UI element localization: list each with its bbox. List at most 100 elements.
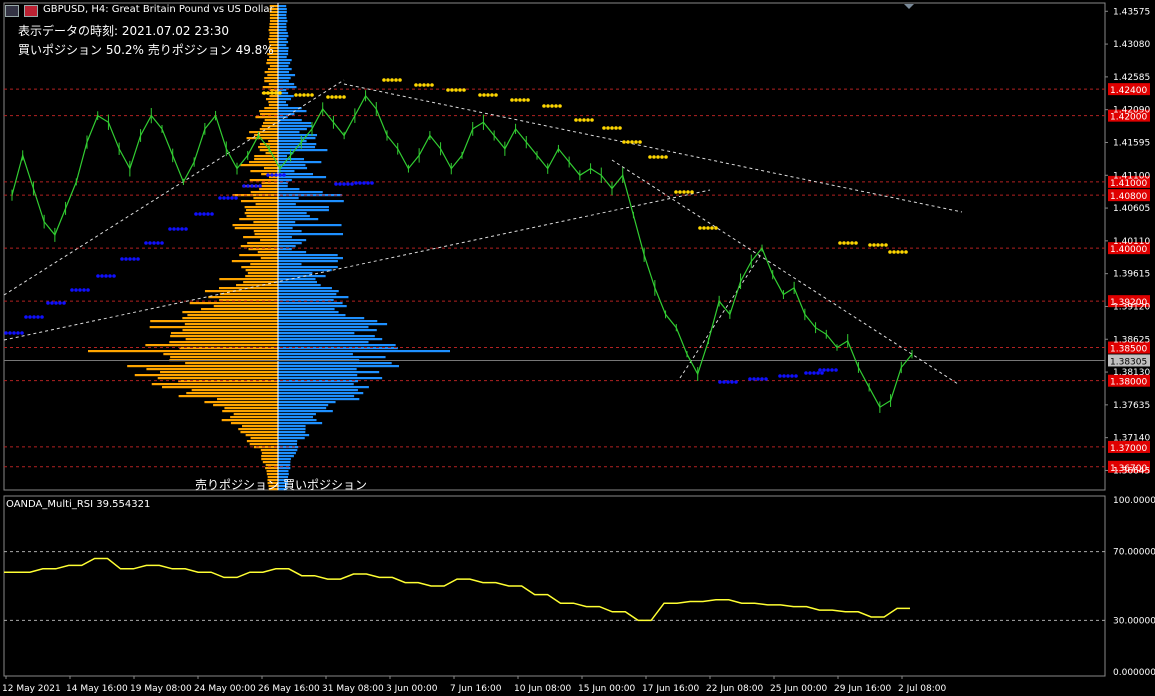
sell-volume-bar [241,266,278,269]
sell-volume-bar [269,65,278,68]
sell-volume-bar [134,374,278,377]
sell-volume-bar [232,224,278,227]
support-dot [218,196,222,200]
sell-volume-bar [260,113,278,116]
sell-volume-bar [261,458,278,461]
trend-line [611,159,959,385]
buy-volume-bar [278,188,300,191]
support-dot [804,371,808,375]
buy-volume-bar [278,470,289,473]
sell-volume-bar [253,221,278,224]
sell-volume-bar [249,179,278,182]
sell-volume-bar [259,110,278,113]
sell-volume-bar [169,341,278,344]
support-dot [358,181,362,185]
buy-volume-bar [278,179,292,182]
time-axis-label: 26 May 16:00 [258,684,320,694]
price-axis-label: 1.39120 [1113,302,1150,312]
buy-volume-bar [278,50,289,53]
buy-volume-bar [278,74,296,77]
price-axis-label: 1.38130 [1113,368,1150,378]
buy-volume-bar [278,176,327,179]
buy-volume-bar [278,344,396,347]
sell-volume-bar [204,401,278,404]
sell-volume-bar [269,20,278,23]
resistance-dot [422,83,426,87]
buy-volume-bar [278,419,317,422]
buy-volume-bar [278,203,296,206]
buy-volume-bar [278,110,307,113]
time-axis-label: 17 Jun 16:00 [642,684,699,694]
sell-volume-bar [259,143,278,146]
price-axis-label: 1.39615 [1113,270,1150,280]
resistance-dot [558,104,562,108]
buy-volume-bar [278,278,316,281]
support-dot [20,331,24,335]
resistance-dot [622,140,626,144]
resistance-dot [446,88,450,92]
support-dot [210,212,214,216]
sell-volume-bar [250,191,278,194]
resistance-dot [626,140,630,144]
buy-volume-bar [278,26,287,29]
sell-volume-bar [224,407,278,410]
buy-volume-bar [278,32,288,35]
support-dot [108,274,112,278]
sell-volume-bar [244,212,278,215]
buy-volume-bar [278,320,378,323]
sell-volume-bar [231,260,278,263]
resistance-dot [462,88,466,92]
sell-volume-bar [213,404,278,407]
support-dot [226,196,230,200]
buy-volume-bar [278,5,287,8]
sell-volume-bar [230,416,278,419]
resistance-dot [546,104,550,108]
buy-volume-bar [278,431,306,434]
sell-volume-bar [239,218,278,221]
support-dot [206,212,210,216]
buy-volume-bar [278,353,353,356]
buy-volume-bar [278,329,377,332]
resistance-dot [338,95,342,99]
sell-volume-bar [249,161,278,164]
buy-volume-bar [278,236,292,239]
resistance-dot [430,83,434,87]
support-dot [40,315,44,319]
price-axis-label: 1.40605 [1113,204,1150,214]
price-axis-label: 1.41595 [1113,138,1150,148]
buy-volume-bar [278,404,329,407]
support-dot [120,257,124,261]
resistance-dot [342,95,346,99]
resistance-dot [550,104,554,108]
buy-volume-bar [278,260,338,263]
support-dot [124,257,128,261]
sell-volume-bar [264,71,278,74]
time-axis-label: 3 Jun 00:00 [386,684,438,694]
buy-volume-bar [278,398,360,401]
level-tag-label: 1.42400 [1110,86,1147,96]
resistance-dot [298,93,302,97]
resistance-dot [574,118,578,122]
time-axis-label: 7 Jun 16:00 [450,684,502,694]
buy-volume-bar [278,149,328,152]
resistance-dot [394,78,398,82]
sell-volume-bar [201,308,278,311]
resistance-dot [872,243,876,247]
resistance-dot [674,190,678,194]
resistance-dot [638,140,642,144]
buy-volume-bar [278,104,289,107]
buy-position-label: 買いポジション [283,478,368,492]
resistance-dot [306,93,310,97]
support-dot [144,241,148,245]
buy-volume-bar [278,62,291,65]
support-dot [282,173,286,177]
current-price-label: 1.38305 [1110,357,1147,367]
buy-volume-bar [278,242,302,245]
sell-volume-bar [268,38,278,41]
trend-line [679,255,761,379]
support-dot [734,380,738,384]
buy-volume-bar [278,239,307,242]
sell-volume-bar [222,410,278,413]
buy-volume-bar [278,314,346,317]
sell-volume-bar [262,86,278,89]
